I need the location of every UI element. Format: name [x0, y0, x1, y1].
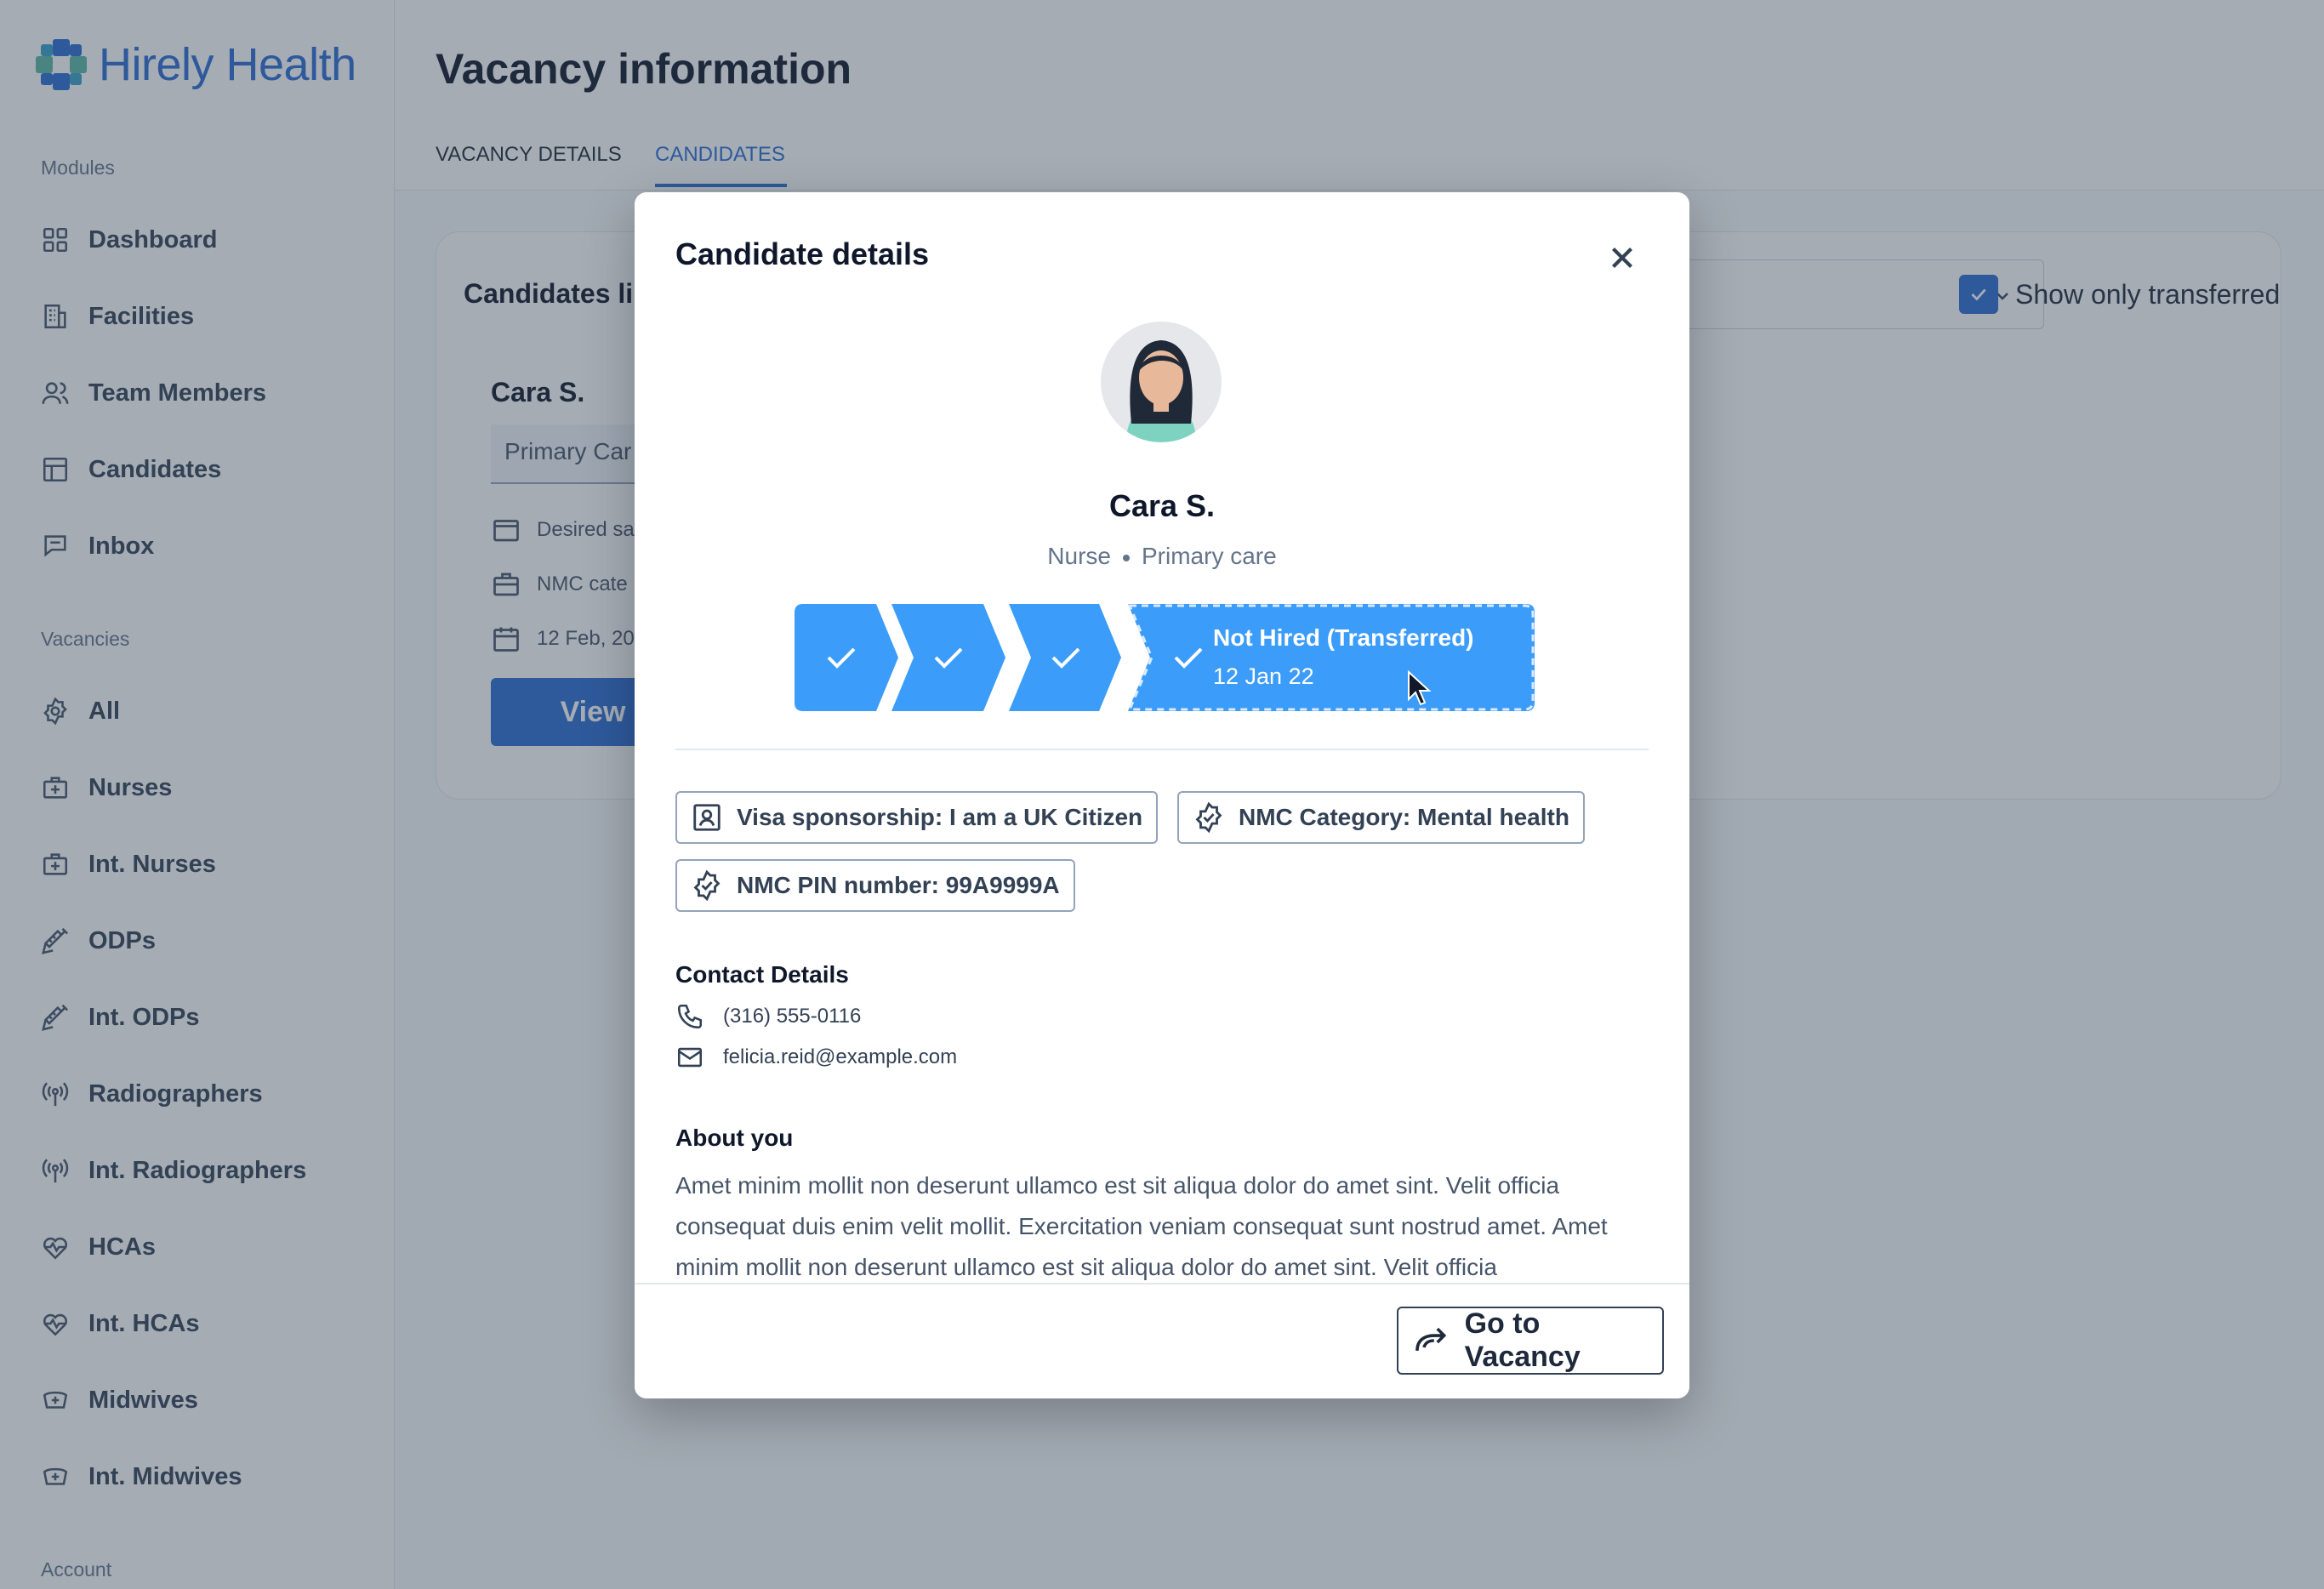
avatar [1101, 322, 1222, 442]
progress-step-2[interactable] [891, 604, 1005, 711]
phone-icon [677, 1004, 703, 1029]
progress-step-current[interactable] [1127, 604, 1535, 711]
current-status-date: 12 Jan 22 [1213, 664, 1314, 689]
go-to-vacancy-label: Go to Vacancy [1464, 1307, 1581, 1373]
phone-number[interactable]: (316) 555-0116 [723, 1005, 861, 1028]
candidate-name: Cara S. [1108, 488, 1216, 523]
mail-icon [677, 1047, 703, 1068]
phone-row: (316) 555-0116 [675, 1002, 861, 1031]
avatar-image [1101, 322, 1222, 442]
about-you-heading: About you [675, 1125, 794, 1151]
modal-title: Candidate details [675, 236, 930, 271]
progress-steps [795, 604, 1535, 711]
visa-sponsorship-badge: Visa sponsorship: I am a UK Citizen [675, 791, 1159, 844]
close-icon[interactable] [1604, 240, 1640, 276]
verified-badge-icon [1195, 801, 1222, 834]
verified-badge-icon [693, 869, 721, 902]
modal-footer: Go to Vacancy [635, 1283, 1689, 1398]
candidate-role: Nurse [1047, 543, 1111, 569]
candidate-role-line: Nurse Primary care [635, 543, 1689, 570]
candidate-specialty: Primary care [1142, 543, 1277, 569]
progress-step-1[interactable] [795, 604, 898, 711]
divider [675, 749, 1649, 750]
badge-text: Visa sponsorship: I am a UK Citizen [737, 804, 1143, 830]
email-row: felicia.reid@example.com [675, 1043, 957, 1072]
current-status: Not Hired (Transferred) [1213, 624, 1474, 651]
forward-arrow-icon [1415, 1327, 1447, 1352]
badge-text: NMC PIN number: 99A9999A [737, 872, 1060, 898]
email-address[interactable]: felicia.reid@example.com [723, 1045, 957, 1069]
separator-dot [1123, 554, 1130, 561]
contact-details-heading: Contact Details [675, 961, 849, 988]
go-to-vacancy-button[interactable]: Go to Vacancy [1397, 1307, 1664, 1375]
about-you-text: Amet minim mollit non deserunt ullamco e… [675, 1172, 1608, 1280]
hiring-progress: Not Hired (Transferred) 12 Jan 22 [795, 604, 1535, 711]
nmc-pin-badge: NMC PIN number: 99A9999A [675, 859, 1075, 912]
progress-step-3[interactable] [1009, 604, 1121, 711]
nmc-category-badge: NMC Category: Mental health [1177, 791, 1585, 844]
candidate-details-modal: Candidate details Cara S. Nurse Primary c… [635, 192, 1689, 1398]
badge-text: NMC Category: Mental health [1239, 804, 1569, 830]
id-card-icon [693, 804, 721, 831]
